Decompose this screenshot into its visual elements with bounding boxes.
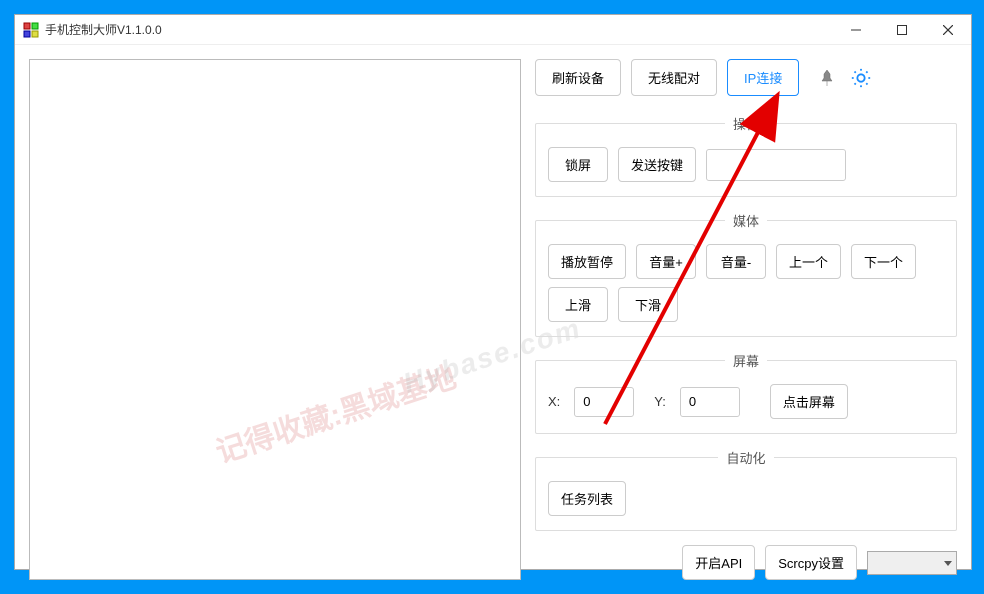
scrcpy-settings-button[interactable]: Scrcpy设置 xyxy=(765,545,857,580)
volume-up-button[interactable]: 音量+ xyxy=(636,244,696,279)
operation-group: 操作 锁屏 发送按键 xyxy=(535,114,957,197)
refresh-devices-button[interactable]: 刷新设备 xyxy=(535,59,621,96)
screen-legend: 屏幕 xyxy=(725,351,767,370)
titlebar[interactable]: 手机控制大师V1.1.0.0 xyxy=(15,15,971,45)
device-combo[interactable] xyxy=(867,551,957,575)
ip-connect-button[interactable]: IP连接 xyxy=(727,59,799,96)
send-key-button[interactable]: 发送按键 xyxy=(618,147,696,182)
media-group: 媒体 播放暂停 音量+ 音量- 上一个 下一个 上滑 下滑 xyxy=(535,211,957,337)
swipe-down-button[interactable]: 下滑 xyxy=(618,287,678,322)
prev-track-button[interactable]: 上一个 xyxy=(776,244,841,279)
play-pause-button[interactable]: 播放暂停 xyxy=(548,244,626,279)
x-input[interactable] xyxy=(574,387,634,417)
x-label: X: xyxy=(548,394,560,409)
automation-legend: 自动化 xyxy=(718,448,773,467)
content-area: 记得收藏:黑域基地 Hybase.com 刷新设备 无线配对 IP连接 操作 锁… xyxy=(15,45,971,594)
bottom-row: 开启API Scrcpy设置 xyxy=(535,541,957,580)
send-key-input[interactable] xyxy=(706,149,846,181)
connection-row: 刷新设备 无线配对 IP连接 xyxy=(535,59,957,96)
settings-gear-icon[interactable] xyxy=(849,66,873,90)
watermark-text: 记得收藏:黑域基地 xyxy=(209,352,460,471)
operation-legend: 操作 xyxy=(725,114,767,133)
wireless-pair-button[interactable]: 无线配对 xyxy=(631,59,717,96)
volume-down-button[interactable]: 音量- xyxy=(706,244,766,279)
pin-icon[interactable] xyxy=(815,66,839,90)
task-list-button[interactable]: 任务列表 xyxy=(548,481,626,516)
window-title: 手机控制大师V1.1.0.0 xyxy=(45,21,833,38)
y-input[interactable] xyxy=(680,387,740,417)
app-icon xyxy=(23,22,39,38)
controls-panel: 刷新设备 无线配对 IP连接 操作 锁屏 发送按键 媒体 xyxy=(535,59,957,580)
open-api-button[interactable]: 开启API xyxy=(682,545,755,580)
app-window: 手机控制大师V1.1.0.0 记得收藏:黑域基地 Hybase.com 刷新设备… xyxy=(14,14,972,570)
next-track-button[interactable]: 下一个 xyxy=(851,244,916,279)
y-label: Y: xyxy=(654,394,666,409)
maximize-button[interactable] xyxy=(879,15,925,45)
close-button[interactable] xyxy=(925,15,971,45)
minimize-button[interactable] xyxy=(833,15,879,45)
media-legend: 媒体 xyxy=(725,211,767,230)
swipe-up-button[interactable]: 上滑 xyxy=(548,287,608,322)
screen-group: 屏幕 X: Y: 点击屏幕 xyxy=(535,351,957,434)
automation-group: 自动化 任务列表 xyxy=(535,448,957,531)
lock-screen-button[interactable]: 锁屏 xyxy=(548,147,608,182)
device-preview-panel: 记得收藏:黑域基地 Hybase.com xyxy=(29,59,521,580)
tap-screen-button[interactable]: 点击屏幕 xyxy=(770,384,848,419)
